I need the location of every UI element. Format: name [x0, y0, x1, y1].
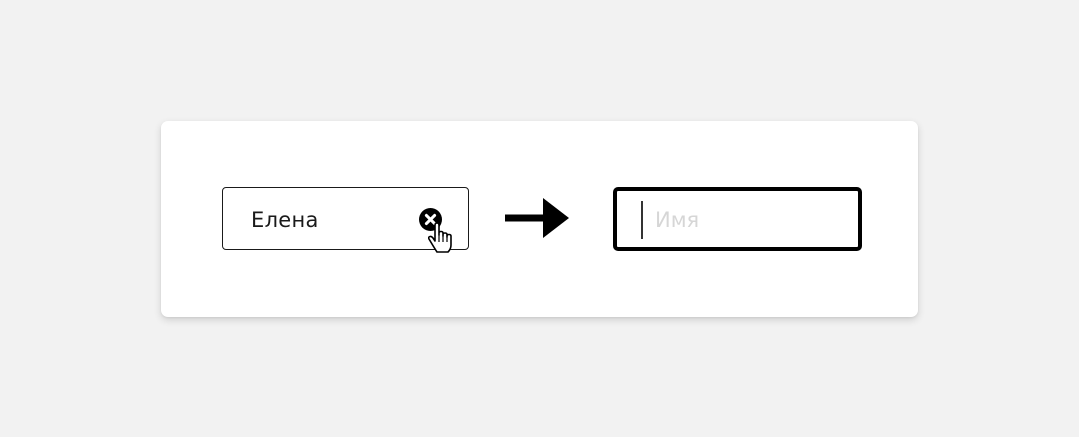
example-card: Елена Имя: [161, 121, 918, 317]
input-value: Елена: [251, 208, 319, 232]
name-input-filled[interactable]: Елена: [222, 187, 469, 253]
name-input-empty-focused[interactable]: Имя: [613, 187, 862, 251]
text-caret: [641, 201, 643, 239]
input-placeholder: Имя: [655, 208, 700, 232]
right-arrow-icon: [505, 198, 571, 238]
close-circle-icon[interactable]: [419, 208, 442, 231]
